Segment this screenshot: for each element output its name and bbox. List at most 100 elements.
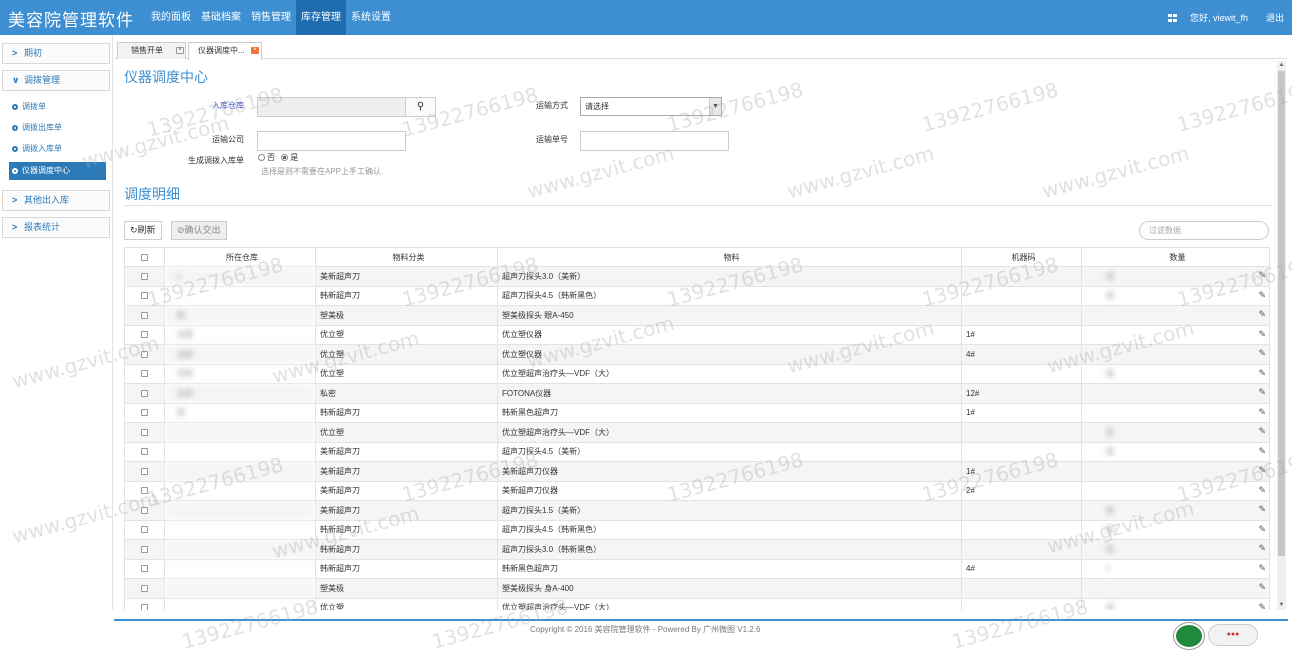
- in-warehouse-input[interactable]: [257, 97, 406, 117]
- col-machine-code[interactable]: 机器码: [961, 247, 1082, 267]
- pencil-icon[interactable]: ✎: [1258, 368, 1266, 379]
- sidebar-group-opening[interactable]: > 期初: [2, 43, 110, 64]
- nav-my-panel[interactable]: 我的面板: [146, 0, 196, 35]
- close-icon[interactable]: ×: [251, 47, 259, 54]
- transport-company-input[interactable]: [257, 131, 406, 151]
- select-all-checkbox[interactable]: [141, 253, 148, 261]
- nav-basic-records[interactable]: 基础档案: [196, 0, 246, 35]
- table-row[interactable]: 库塑美极 塑美极探头 眼A-450 ✎: [124, 305, 1270, 326]
- table-row[interactable]: 美新超声刀 美新超声刀仪器 2# ✎: [124, 480, 1270, 501]
- sidebar-item-device-dispatch[interactable]: 仪器调度中心: [9, 162, 106, 180]
- row-checkbox[interactable]: [141, 584, 148, 592]
- pencil-icon[interactable]: ✎: [1258, 290, 1266, 301]
- transport-mode-select[interactable]: 请选择 ▼: [580, 97, 722, 116]
- pencil-icon[interactable]: ✎: [1258, 387, 1266, 398]
- row-checkbox[interactable]: [141, 604, 148, 610]
- cell-machine-code: [961, 266, 1082, 287]
- table-row[interactable]: 韩新超声刀 超声刀探头4.5（韩新黑色）发 ✎: [124, 519, 1270, 540]
- transport-no-input[interactable]: [580, 131, 729, 151]
- table-row[interactable]: 美新超声刀 美新超声刀仪器 1# ✎: [124, 461, 1270, 482]
- table-row[interactable]: 美新超声刀 超声刀探头1.5（美新）发 ✎: [124, 500, 1270, 521]
- pencil-icon[interactable]: ✎: [1258, 582, 1266, 593]
- sidebar-item-transfer-order[interactable]: 调拨单: [9, 98, 106, 116]
- radio-no[interactable]: [258, 154, 265, 161]
- grid-icon[interactable]: [1167, 13, 1177, 22]
- row-checkbox[interactable]: [141, 331, 148, 339]
- pencil-icon[interactable]: ✎: [1258, 524, 1266, 535]
- row-checkbox[interactable]: [141, 272, 148, 280]
- pencil-icon[interactable]: ✎: [1258, 563, 1266, 574]
- row-checkbox[interactable]: [141, 506, 148, 514]
- row-checkbox[interactable]: [141, 389, 148, 397]
- pencil-icon[interactable]: ✎: [1258, 329, 1266, 340]
- pencil-icon[interactable]: ✎: [1258, 543, 1266, 554]
- search-button[interactable]: ⚲: [405, 97, 436, 117]
- tab-device-dispatch[interactable]: 仪器调度中... ×: [188, 42, 262, 60]
- table-row[interactable]: 优立塑 优立塑超声治疗头—VDF（大）发 ✎: [124, 422, 1270, 443]
- sidebar-item-transfer-in[interactable]: 调拨入库单: [9, 140, 106, 158]
- table-row[interactable]: 仓库 优立塑 优立塑仪器 1# ✎: [124, 324, 1270, 345]
- table-row[interactable]: 仓库 私密 FOTONA仪器 12# ✎: [124, 383, 1270, 404]
- nav-sales[interactable]: 销售管理: [246, 0, 296, 35]
- radio-yes[interactable]: [281, 154, 289, 161]
- table-row[interactable]: 仓库 优立塑 优立塑仪器 4# ✎: [124, 344, 1270, 365]
- row-checkbox[interactable]: [141, 487, 148, 495]
- pencil-icon[interactable]: ✎: [1258, 348, 1266, 359]
- pencil-icon[interactable]: ✎: [1258, 407, 1266, 418]
- table-row[interactable]: 韩新超声刀 韩新黑色超声刀 4# 1 ✎: [124, 558, 1270, 579]
- row-checkbox[interactable]: [141, 292, 148, 300]
- pencil-icon[interactable]: ✎: [1258, 309, 1266, 320]
- user-greeting[interactable]: 您好, viewit_fh: [1190, 11, 1248, 24]
- close-icon[interactable]: ×: [176, 47, 184, 54]
- cell-machine-code: [961, 519, 1082, 540]
- row-checkbox[interactable]: [141, 409, 148, 417]
- chevron-down-icon: ▼: [709, 98, 721, 115]
- row-checkbox[interactable]: [141, 545, 148, 553]
- col-material[interactable]: 物料: [497, 247, 962, 267]
- col-warehouse[interactable]: 所在仓库: [164, 247, 316, 267]
- pencil-icon[interactable]: ✎: [1258, 485, 1266, 496]
- pencil-icon[interactable]: ✎: [1258, 504, 1266, 515]
- refresh-button[interactable]: ↻刷新: [124, 221, 162, 240]
- scroll-down-icon[interactable]: ▼: [1277, 601, 1286, 610]
- pencil-icon[interactable]: ✎: [1258, 426, 1266, 437]
- table-row[interactable]: 仓库 优立塑 优立塑超声治疗头—VDF（大）发 ✎: [124, 363, 1270, 384]
- confirm-handover-button[interactable]: ⊘确认交出: [171, 221, 227, 240]
- scroll-thumb[interactable]: [1278, 71, 1285, 556]
- pencil-icon[interactable]: ✎: [1258, 465, 1266, 476]
- table-row[interactable]: o 美新超声刀 超声刀探头3.0（美新）发 ✎: [124, 266, 1270, 287]
- sidebar-group-transfer[interactable]: ∨ 调拨管理: [2, 70, 110, 91]
- col-category[interactable]: 物料分类: [315, 247, 498, 267]
- row-checkbox[interactable]: [141, 467, 148, 475]
- table-row[interactable]: 韩新超声刀 超声刀探头3.0（韩新黑色）发 ✎: [124, 539, 1270, 560]
- table-row[interactable]: 韩新超声刀 超声刀探头4.5（韩新黑色）发 ✎: [124, 285, 1270, 306]
- logout-link[interactable]: 退出: [1266, 11, 1284, 24]
- row-checkbox[interactable]: [141, 448, 148, 456]
- table-row[interactable]: 库韩新超声刀 韩新黑色超声刀 1# ✎: [124, 402, 1270, 423]
- pencil-icon[interactable]: ✎: [1258, 446, 1266, 457]
- row-checkbox[interactable]: [141, 311, 148, 319]
- sidebar-group-reports[interactable]: > 报表统计: [2, 217, 110, 238]
- tab-sales-order[interactable]: 销售开单 ×: [117, 42, 186, 59]
- scroll-up-icon[interactable]: ▲: [1277, 61, 1286, 70]
- row-checkbox[interactable]: [141, 370, 148, 378]
- table-row[interactable]: 优立塑 优立塑超声治疗头—VDF（大）发 ✎: [124, 597, 1270, 611]
- row-checkbox[interactable]: [141, 565, 148, 573]
- pencil-icon[interactable]: ✎: [1258, 602, 1266, 611]
- nav-settings[interactable]: 系统设置: [346, 0, 396, 35]
- row-checkbox[interactable]: [141, 428, 148, 436]
- sidebar-item-transfer-out[interactable]: 调拨出库单: [9, 119, 106, 137]
- status-badge-icon: ●●●: [1208, 624, 1258, 646]
- sidebar-group-other-io[interactable]: > 其他出入库: [2, 190, 110, 211]
- nav-inventory[interactable]: 库存管理: [296, 0, 346, 35]
- row-checkbox[interactable]: [141, 350, 148, 358]
- filter-input[interactable]: [1139, 221, 1269, 240]
- pencil-icon[interactable]: ✎: [1258, 270, 1266, 281]
- table-row[interactable]: 美新超声刀 超声刀探头4.5（美新）发 ✎: [124, 441, 1270, 462]
- col-quantity[interactable]: 数量: [1081, 247, 1270, 267]
- page-scrollbar[interactable]: ▲ ▼: [1277, 61, 1286, 610]
- select-all-cell[interactable]: [124, 247, 165, 267]
- row-checkbox[interactable]: [141, 526, 148, 534]
- table-row[interactable]: 塑美极 塑美极探头 身A-400 ✎: [124, 578, 1270, 599]
- row-select-cell: [124, 500, 165, 521]
